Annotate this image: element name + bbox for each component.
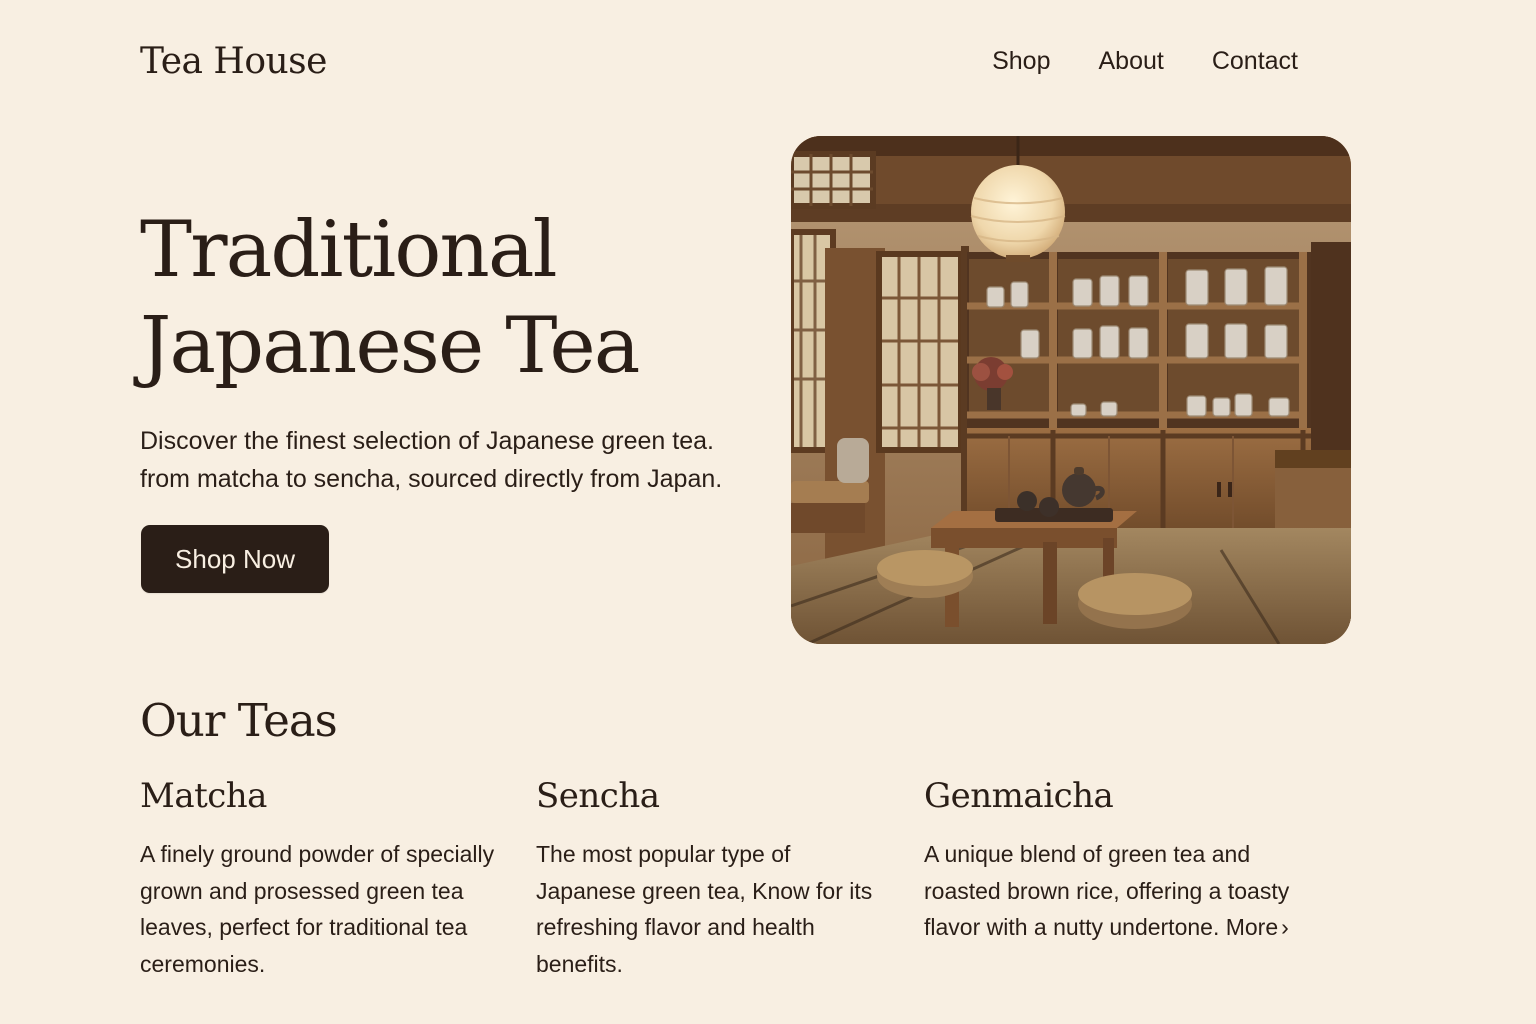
shop-now-button[interactable]: Shop Now — [141, 525, 329, 593]
hero-title-line-1: Traditional — [140, 205, 558, 295]
hero-title-line-2: Japanese Tea — [140, 301, 640, 391]
nav-shop-link[interactable]: Shop — [992, 47, 1050, 76]
tea-name-genmaicha: Genmaicha — [924, 776, 1114, 816]
tea-name-sencha: Sencha — [536, 776, 660, 816]
tea-house-homepage: Tea House Shop About Contact Traditional… — [0, 0, 1536, 1024]
tea-name-matcha: Matcha — [140, 776, 267, 816]
more-link-label: More — [1225, 914, 1279, 940]
tea-description-sencha: The most popular type of Japanese green … — [536, 841, 873, 977]
tea-description-genmaicha-container: A unique blend of green tea and roasted … — [924, 836, 1324, 946]
tea-card-matcha: Matcha A finely ground powder of special… — [140, 776, 500, 982]
tea-card-genmaicha: Genmaicha A unique blend of green tea an… — [924, 776, 1324, 946]
hero-description-line-2: from matcha to sencha, sourced directly … — [140, 465, 723, 493]
hero-description-line-1: Discover the finest selection of Japanes… — [140, 427, 714, 455]
hero-description: Discover the finest selection of Japanes… — [140, 422, 780, 498]
tea-room-hero-image — [791, 136, 1351, 644]
main-navigation: Shop About Contact — [992, 47, 1298, 76]
site-logo[interactable]: Tea House — [140, 41, 327, 82]
hero-title: Traditional Japanese Tea — [140, 202, 760, 394]
chevron-right-icon: › — [1281, 914, 1289, 940]
tea-card-sencha: Sencha The most popular type of Japanese… — [536, 776, 876, 982]
nav-about-link[interactable]: About — [1098, 47, 1163, 76]
nav-contact-link[interactable]: Contact — [1212, 47, 1298, 76]
site-header: Tea House Shop About Contact — [140, 30, 1298, 92]
tea-description-matcha: A finely ground powder of specially grow… — [140, 841, 495, 977]
more-link[interactable]: More › — [1226, 914, 1289, 940]
our-teas-heading: Our Teas — [140, 694, 338, 747]
tea-room-illustration — [791, 136, 1351, 644]
